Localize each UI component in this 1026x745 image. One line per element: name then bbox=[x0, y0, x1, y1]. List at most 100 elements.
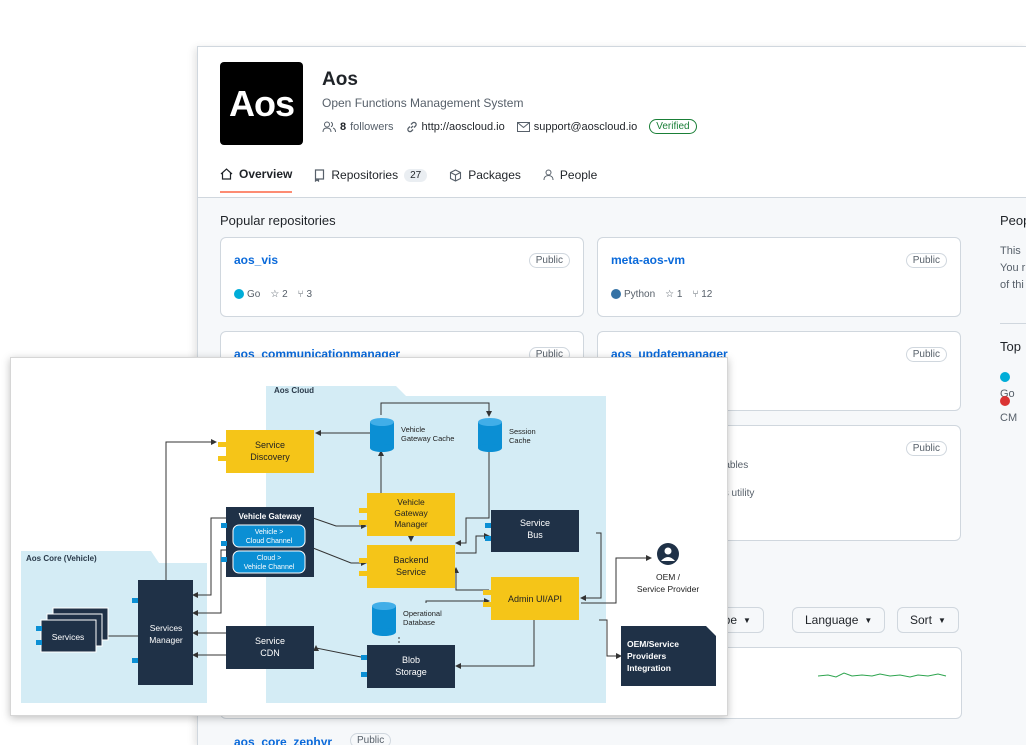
sidebar-divider bbox=[1000, 323, 1026, 324]
stars-link[interactable]: ☆ 2 bbox=[270, 289, 287, 300]
box-label: Gateway bbox=[394, 508, 428, 518]
oem-service-provider: OEM / Service Provider bbox=[637, 543, 700, 594]
top-language-cm[interactable]: CM bbox=[1000, 393, 1026, 427]
architecture-diagram: Aos Cloud Aos Core (Vehicle) Service Dis… bbox=[10, 357, 728, 716]
actor-label: OEM / bbox=[656, 572, 681, 582]
forks-link[interactable]: ⑂ 12 bbox=[692, 289, 712, 300]
box-label: Discovery bbox=[250, 452, 290, 462]
person-icon bbox=[543, 169, 554, 181]
box-label: Manager bbox=[149, 635, 183, 645]
forks-link[interactable]: ⑂ 3 bbox=[298, 289, 312, 300]
box-label: Service bbox=[255, 636, 285, 646]
star-count: 1 bbox=[676, 289, 683, 300]
activity-sparkline bbox=[818, 672, 947, 678]
tab-overview[interactable]: Overview bbox=[220, 167, 293, 193]
services-stack: Services bbox=[36, 607, 109, 653]
box-label: Service bbox=[520, 518, 550, 528]
visibility-badge: Public bbox=[905, 253, 947, 268]
aos-core-label: Aos Core (Vehicle) bbox=[26, 554, 97, 563]
box-label: Backend bbox=[393, 555, 428, 565]
repo-name-link[interactable]: meta-aos-vm bbox=[611, 253, 685, 267]
vehicle-gateway-box: Vehicle Gateway Vehicle > Cloud Channel … bbox=[221, 507, 314, 577]
caret-down-icon: ▼ bbox=[938, 615, 946, 625]
fork-count: 12 bbox=[701, 289, 713, 300]
blob-storage-box: Blob Storage bbox=[361, 645, 455, 688]
fork-count: 3 bbox=[306, 289, 312, 300]
followers-link[interactable]: 8 followers bbox=[322, 121, 394, 133]
stars-link[interactable]: ☆ 1 bbox=[665, 289, 682, 300]
website-url: http://aoscloud.io bbox=[421, 120, 505, 133]
email-address: support@aoscloud.io bbox=[533, 120, 638, 133]
box-label: Services bbox=[150, 623, 183, 633]
tab-label: People bbox=[559, 168, 598, 182]
repo-stats: Python ☆ 1 ⑂ 12 bbox=[611, 289, 712, 300]
vehicle-gateway-manager-box: Vehicle Gateway Manager bbox=[359, 493, 455, 536]
channel-label: Vehicle > bbox=[255, 529, 284, 536]
box-label: CDN bbox=[260, 648, 280, 658]
people-text-line: of thi bbox=[1000, 279, 1024, 291]
link-icon bbox=[406, 121, 417, 132]
box-label: Manager bbox=[394, 519, 428, 529]
tab-people[interactable]: People bbox=[543, 167, 597, 193]
visibility-badge: Public bbox=[528, 253, 570, 268]
language-color-dot bbox=[234, 289, 244, 300]
visibility-badge: Public bbox=[905, 347, 947, 362]
org-tabs: Overview Repositories 27 Packages People bbox=[220, 167, 597, 193]
db-label: Gateway Cache bbox=[401, 434, 454, 443]
db-label: Operational bbox=[403, 609, 442, 618]
visibility-badge: Public bbox=[350, 733, 392, 745]
tab-label: Overview bbox=[239, 167, 293, 181]
sort-button[interactable]: Sort ▼ bbox=[897, 607, 959, 633]
people-icon bbox=[322, 121, 336, 132]
service-bus-box: Service Bus bbox=[485, 510, 579, 552]
people-section-text: This You r of thi bbox=[1000, 243, 1025, 294]
website-link[interactable]: http://aoscloud.io bbox=[406, 121, 505, 133]
db-label: Cache bbox=[509, 436, 531, 445]
box-label: Service bbox=[396, 567, 426, 577]
db-label: Vehicle bbox=[401, 425, 425, 434]
tab-packages[interactable]: Packages bbox=[449, 167, 521, 193]
top-languages-title: Top bbox=[1000, 339, 1021, 354]
backend-service-box: Backend Service bbox=[359, 545, 455, 588]
box-label: Integration bbox=[627, 663, 671, 673]
repo-count: 27 bbox=[404, 168, 428, 182]
connector bbox=[165, 439, 217, 580]
box-label: Blob bbox=[402, 655, 420, 665]
channel-label: Cloud Channel bbox=[246, 538, 293, 545]
email-link[interactable]: support@aoscloud.io bbox=[516, 120, 638, 133]
visibility-badge: Public bbox=[905, 441, 947, 456]
box-label: Bus bbox=[527, 530, 543, 540]
caret-down-icon: ▼ bbox=[743, 615, 751, 625]
box-label: Service bbox=[255, 440, 285, 450]
db-label: Session bbox=[509, 427, 536, 436]
org-logo: Aos bbox=[220, 62, 303, 145]
followers-label: followers bbox=[350, 120, 394, 133]
db-label: Database bbox=[403, 618, 435, 627]
tab-repositories[interactable]: Repositories 27 bbox=[314, 167, 428, 193]
people-section-title: Peop bbox=[1000, 213, 1026, 228]
language-label: Python bbox=[624, 289, 656, 300]
repo-language: Python bbox=[611, 289, 655, 300]
language-filter-button[interactable]: Language ▼ bbox=[792, 607, 886, 633]
package-icon bbox=[450, 168, 462, 182]
repo-card: aos_vis Public Go ☆ 2 ⑂ 3 bbox=[220, 237, 584, 317]
tab-label: Packages bbox=[468, 168, 521, 182]
repo-card: meta-aos-vm Public Python ☆ 1 ⑂ 12 bbox=[597, 237, 961, 317]
home-icon bbox=[220, 168, 233, 180]
architecture-svg: Aos Cloud Aos Core (Vehicle) Service Dis… bbox=[21, 386, 716, 703]
actor-label: Service Provider bbox=[637, 584, 700, 594]
org-name: Aos bbox=[322, 69, 358, 90]
aos-cloud-label: Aos Cloud bbox=[274, 386, 314, 395]
box-label: Admin UI/API bbox=[508, 594, 562, 604]
language-color-dot bbox=[611, 289, 621, 300]
caret-down-icon: ▼ bbox=[864, 615, 873, 625]
followers-count: 8 bbox=[340, 120, 347, 133]
org-description: Open Functions Management System bbox=[322, 96, 524, 110]
service-cdn-box: Service CDN bbox=[226, 626, 314, 669]
repo-name-link[interactable]: aos_vis bbox=[234, 253, 278, 267]
language-label: CM bbox=[1000, 412, 1018, 424]
repo-icon bbox=[315, 168, 325, 182]
box-label: Providers bbox=[627, 651, 666, 661]
box-label: Vehicle bbox=[397, 497, 425, 507]
language-color-dot bbox=[1000, 372, 1010, 383]
